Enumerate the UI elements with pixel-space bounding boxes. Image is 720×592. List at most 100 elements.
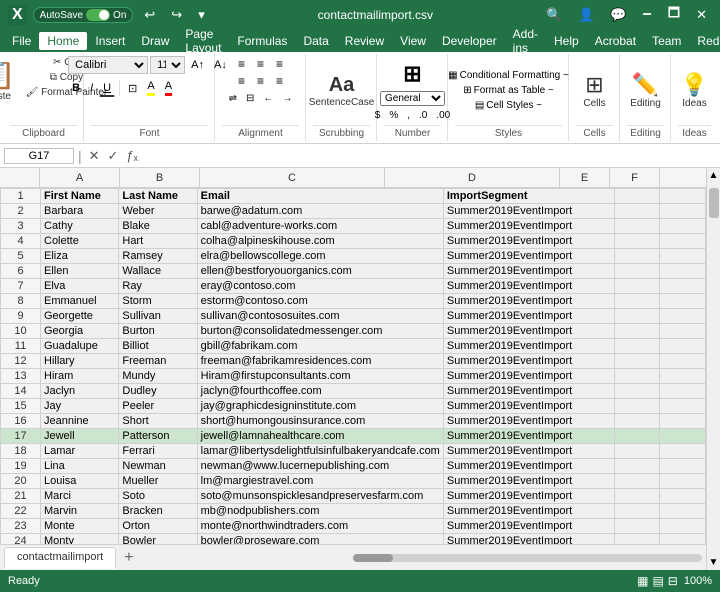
table-row: 9GeorgetteSullivansullivan@contososuites… — [1, 309, 706, 324]
cell-a1[interactable]: First Name — [41, 189, 119, 204]
cell-b[interactable]: Weber — [119, 204, 197, 219]
comma-button[interactable]: , — [403, 108, 414, 123]
autosave-badge[interactable]: AutoSave On — [33, 7, 134, 23]
maximize-button[interactable]: 🗖 — [663, 4, 685, 26]
align-top-center-button[interactable]: ≡ — [252, 56, 270, 72]
menu-redirectio[interactable]: Redirectio... — [689, 32, 720, 50]
font-color-button[interactable]: A — [161, 78, 176, 98]
alignment-row2: ⇌ ⊟ ← → — [225, 91, 297, 106]
cell-f1[interactable] — [660, 189, 706, 204]
menu-data[interactable]: Data — [295, 32, 336, 50]
align-top-right-button[interactable]: ≡ — [271, 56, 289, 72]
cancel-formula-button[interactable]: ✕ — [86, 148, 103, 164]
col-header-b[interactable]: B — [120, 168, 200, 187]
scroll-down-button[interactable]: ▼ — [707, 555, 720, 570]
cell-e1[interactable] — [614, 189, 660, 204]
autosave-toggle[interactable] — [86, 9, 110, 21]
ideas-button[interactable]: 💡 Ideas — [677, 70, 712, 111]
cell-c1[interactable]: Email — [197, 189, 443, 204]
col-header-d[interactable]: D — [385, 168, 560, 187]
cell-d1[interactable]: ImportSegment — [443, 189, 614, 204]
vertical-scrollbar[interactable]: ▲ ▼ — [706, 168, 720, 570]
number-format-select[interactable]: General — [380, 91, 445, 106]
menu-formulas[interactable]: Formulas — [229, 32, 295, 50]
spreadsheet-table: 1 First Name Last Name Email ImportSegme… — [0, 188, 706, 544]
sentence-case-button[interactable]: Aa SentenceCase — [305, 72, 379, 110]
cell-a[interactable]: Barbara — [41, 204, 119, 219]
wrap-text-button[interactable]: ⇌ — [225, 91, 241, 106]
align-top-left-button[interactable]: ≡ — [233, 56, 251, 72]
align-mid-center-button[interactable]: ≡ — [252, 73, 270, 89]
minimize-button[interactable]: 🗕 — [638, 4, 657, 26]
corner-cell[interactable] — [0, 168, 40, 187]
currency-button[interactable]: $ — [371, 108, 385, 123]
menu-file[interactable]: File — [4, 32, 39, 50]
italic-button[interactable]: I — [86, 80, 97, 96]
normal-view-button[interactable]: ▦ — [637, 574, 648, 588]
editing-button[interactable]: ✏️ Editing — [627, 71, 664, 110]
font-size-select[interactable]: 11 — [150, 56, 185, 74]
close-button[interactable]: ✕ — [691, 7, 712, 23]
align-mid-right-button[interactable]: ≡ — [271, 73, 289, 89]
layout-view-button[interactable]: ▤ — [652, 574, 663, 588]
conditional-formatting-button[interactable]: ▦ Conditional Formatting ~ — [445, 69, 572, 82]
more-quick-access[interactable]: ▾ — [193, 7, 210, 23]
cell-c[interactable]: barwe@adatum.com — [197, 204, 443, 219]
cells-button[interactable]: ⊞ Cells — [580, 71, 608, 110]
comments-button[interactable]: 💬 — [605, 7, 631, 23]
paste-button[interactable]: 📋 Paste — [0, 56, 20, 125]
indent-decrease-button[interactable]: ← — [259, 91, 277, 106]
menu-team[interactable]: Team — [644, 32, 689, 50]
col-header-f[interactable]: F — [610, 168, 660, 187]
menu-draw[interactable]: Draw — [133, 32, 177, 50]
grid-inner: A B C D E F 1 First Name Last Name — [0, 168, 706, 570]
horizontal-scrollbar[interactable] — [349, 554, 706, 562]
fill-color-button[interactable]: A — [143, 78, 158, 98]
menu-insert[interactable]: Insert — [87, 32, 133, 50]
menu-view[interactable]: View — [392, 32, 434, 50]
search-button[interactable]: 🔍 — [541, 7, 567, 23]
redo-button[interactable]: ↪ — [166, 7, 187, 23]
percent-button[interactable]: % — [385, 108, 402, 123]
cell-d[interactable]: Summer2019EventImport — [443, 204, 614, 219]
decimal-increase-button[interactable]: .0 — [415, 108, 431, 123]
underline-button[interactable]: U — [99, 80, 115, 97]
confirm-formula-button[interactable]: ✓ — [105, 148, 122, 164]
formula-input[interactable] — [145, 149, 716, 163]
sheet-tab-contactmailimport[interactable]: contactmailimport — [4, 547, 116, 569]
format-as-table-button[interactable]: ⊞ Format as Table ~ — [460, 84, 557, 97]
share-button[interactable]: 👤 — [573, 7, 599, 23]
merge-center-button[interactable]: ⊟ — [242, 91, 258, 106]
grid-scroll-area[interactable]: 1 First Name Last Name Email ImportSegme… — [0, 188, 706, 544]
border-button[interactable]: ⊡ — [124, 80, 141, 97]
increase-font-button[interactable]: A↑ — [187, 57, 208, 73]
col-header-a[interactable]: A — [40, 168, 120, 187]
ribbon-group-font: Calibri 11 A↑ A↓ B I U ⊡ — [85, 54, 215, 141]
menu-developer[interactable]: Developer — [434, 32, 505, 50]
align-mid-left-button[interactable]: ≡ — [233, 73, 251, 89]
bold-button[interactable]: B — [68, 80, 84, 96]
menu-acrobat[interactable]: Acrobat — [587, 32, 644, 50]
menu-help[interactable]: Help — [546, 32, 587, 50]
number-format-button[interactable]: ⊞ — [399, 59, 425, 89]
menu-review[interactable]: Review — [337, 32, 392, 50]
scroll-up-button[interactable]: ▲ — [707, 168, 720, 183]
insert-function-button[interactable]: ƒₓ — [123, 148, 141, 164]
title-bar-filename: contactmailimport.csv — [318, 8, 433, 22]
col-header-c[interactable]: C — [200, 168, 385, 187]
menu-bar: File Home Insert Draw Page Layout Formul… — [0, 30, 720, 52]
page-break-button[interactable]: ⊟ — [668, 574, 678, 588]
title-bar: X AutoSave On ↩ ↪ ▾ contactmailimport.cs… — [0, 0, 720, 30]
ribbon-group-styles: ▦ Conditional Formatting ~ ⊞ Format as T… — [449, 54, 569, 141]
cell-styles-button[interactable]: ▤ Cell Styles ~ — [472, 99, 545, 112]
cell-b1[interactable]: Last Name — [119, 189, 197, 204]
col-header-e[interactable]: E — [560, 168, 610, 187]
add-sheet-button[interactable]: + — [116, 545, 141, 571]
undo-button[interactable]: ↩ — [139, 7, 160, 23]
indent-increase-button[interactable]: → — [278, 91, 296, 106]
table-row: 20LouisaMuellerlm@margiestravel.comSumme… — [1, 474, 706, 489]
name-box[interactable] — [4, 148, 74, 164]
font-family-select[interactable]: Calibri — [68, 56, 148, 74]
menu-home[interactable]: Home — [39, 32, 87, 50]
formula-bar-buttons: ✕ ✓ ƒₓ — [86, 148, 141, 164]
